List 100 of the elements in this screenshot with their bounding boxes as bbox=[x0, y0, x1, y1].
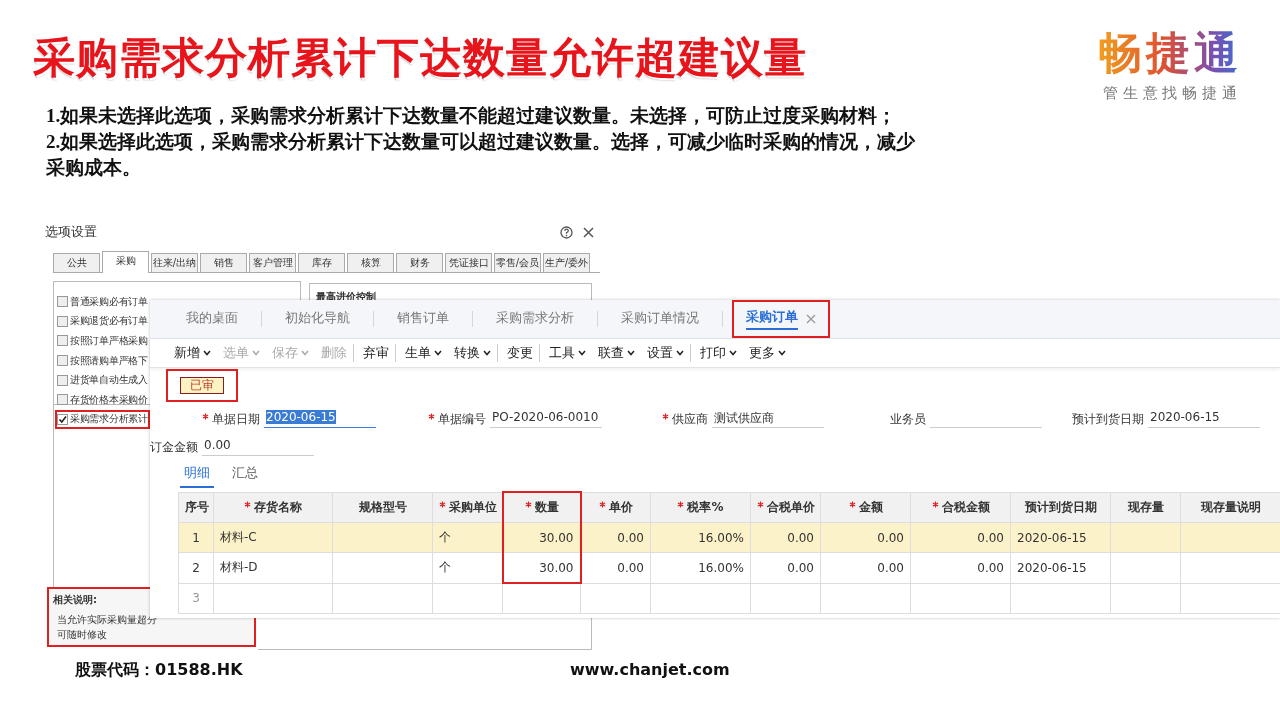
status-badge: 已审 bbox=[180, 376, 224, 394]
option-checkbox[interactable]: 采购需求分析累计 bbox=[55, 409, 150, 430]
toolbar-button[interactable]: 弃审 bbox=[357, 344, 396, 362]
toolbar-button[interactable]: 更多 bbox=[743, 344, 792, 362]
column-header: 数量 bbox=[502, 492, 581, 523]
input-field[interactable]: PO-2020-06-0010 bbox=[490, 410, 602, 428]
column-header: 存货名称 bbox=[213, 492, 333, 523]
toolbar-button[interactable]: 生单 bbox=[399, 344, 448, 362]
toolbar-button[interactable]: 打印 bbox=[694, 344, 743, 362]
required-icon bbox=[244, 500, 251, 508]
caret-icon bbox=[301, 350, 309, 356]
option-checkbox[interactable]: 普通采购必有订单 bbox=[55, 292, 150, 312]
table-cell: 2 bbox=[192, 560, 200, 575]
column-header: 序号 bbox=[178, 492, 214, 523]
document-tab[interactable]: 我的桌面 bbox=[172, 301, 252, 337]
input-field[interactable]: 0.00 bbox=[202, 438, 314, 456]
document-tab[interactable]: 采购订单情况 bbox=[607, 301, 713, 337]
settings-tab[interactable]: 公共 bbox=[53, 253, 100, 272]
table-cell: 2020-06-15 bbox=[1017, 560, 1087, 575]
caret-icon bbox=[676, 350, 684, 356]
required-icon bbox=[428, 413, 435, 420]
help-icon[interactable] bbox=[560, 225, 573, 239]
option-checkbox[interactable]: 进货单自动生成入 bbox=[55, 370, 150, 390]
table-cell: 0.00 bbox=[617, 530, 644, 545]
detail-tab[interactable]: 明细 bbox=[180, 464, 214, 488]
detail-tab[interactable]: 汇总 bbox=[228, 464, 262, 488]
table-cell: 0.00 bbox=[977, 560, 1004, 575]
required-icon bbox=[677, 500, 685, 508]
settings-tab[interactable]: 客户管理 bbox=[249, 253, 296, 272]
column-header: 现存量 bbox=[1110, 492, 1181, 523]
website-text: www.chanjet.com bbox=[570, 660, 730, 681]
option-checkbox[interactable]: 存货价格本采购价 bbox=[55, 389, 150, 410]
column-header: 现存量说明 bbox=[1180, 492, 1280, 523]
brand-slogan: 管 生 意 找 畅 捷 通 bbox=[1103, 84, 1237, 104]
stock-code: 股票代码：01588.HK bbox=[75, 660, 244, 681]
column-header: 规格型号 bbox=[332, 492, 433, 523]
table-cell: 30.00 bbox=[539, 530, 574, 545]
table-cell: 0.00 bbox=[617, 560, 644, 575]
required-icon bbox=[202, 413, 209, 420]
column-header: 金额 bbox=[820, 492, 911, 523]
document-tab[interactable]: 初始化导航 bbox=[271, 301, 364, 337]
table-cell: 0.00 bbox=[787, 530, 814, 545]
field-label: 供应商 bbox=[662, 411, 708, 428]
settings-tab[interactable]: 凭证接口 bbox=[445, 253, 492, 272]
required-icon bbox=[662, 413, 669, 420]
toolbar-button[interactable]: 设置 bbox=[641, 344, 691, 362]
settings-tab[interactable]: 销售 bbox=[200, 253, 247, 272]
caret-icon bbox=[434, 350, 442, 356]
settings-tab[interactable]: 采购 bbox=[102, 251, 149, 273]
settings-tab[interactable]: 核算 bbox=[347, 253, 394, 272]
table-cell: 个 bbox=[439, 560, 451, 575]
table-cell: 16.00% bbox=[698, 560, 744, 575]
slide-title: 采购需求分析累计下达数量允许超建议量 bbox=[33, 32, 807, 84]
table-cell: 0.00 bbox=[877, 530, 904, 545]
dialog-title: 选项设置 bbox=[45, 223, 97, 241]
required-icon bbox=[848, 500, 856, 508]
option-checkbox[interactable]: 采购退货必有订单 bbox=[55, 311, 150, 332]
column-header: 采购单位 bbox=[432, 492, 503, 523]
table-cell: 30.00 bbox=[539, 560, 574, 575]
settings-tab[interactable]: 生产/委外 bbox=[543, 253, 590, 272]
settings-tab[interactable]: 财务 bbox=[396, 253, 443, 272]
caret-icon bbox=[483, 350, 491, 356]
caret-icon bbox=[778, 350, 786, 356]
table-cell: 个 bbox=[439, 530, 451, 544]
table-cell: 材料-D bbox=[220, 560, 258, 575]
input-field[interactable]: 2020-06-15 bbox=[264, 410, 376, 428]
toolbar-button[interactable]: 变更 bbox=[501, 344, 540, 362]
field-label: 单据编号 bbox=[428, 411, 486, 428]
toolbar-button[interactable]: 转换 bbox=[448, 344, 498, 362]
toolbar-button[interactable]: 联查 bbox=[592, 344, 641, 362]
close-icon[interactable] bbox=[583, 226, 594, 238]
table-cell: 1 bbox=[192, 530, 200, 545]
input-field[interactable]: 2020-06-15 bbox=[1148, 410, 1260, 428]
column-header: 合税单价 bbox=[750, 492, 821, 523]
note-text: 可随时修改 bbox=[57, 628, 107, 642]
required-icon bbox=[757, 500, 764, 508]
field-label: 预计到货日期 bbox=[1072, 411, 1144, 428]
settings-tab[interactable]: 往来/出纳 bbox=[151, 253, 198, 272]
caret-icon bbox=[203, 350, 211, 356]
document-tab[interactable]: 采购订单 bbox=[732, 300, 830, 338]
toolbar-button[interactable]: 新增 bbox=[168, 344, 217, 362]
document-tab[interactable]: 采购需求分析 bbox=[482, 301, 588, 337]
caret-icon bbox=[627, 350, 635, 356]
column-header: 单价 bbox=[580, 492, 651, 523]
required-icon bbox=[524, 501, 532, 508]
table-cell: 0.00 bbox=[787, 560, 814, 575]
caret-icon bbox=[252, 350, 260, 356]
settings-tab[interactable]: 零售/会员 bbox=[494, 253, 541, 272]
table-cell: 0.00 bbox=[877, 560, 904, 575]
note-paragraph: 2.如果选择此选项，采购需求分析累计下达数量可以超过建议数量。选择，可减少临时采购的情况，减少采购成本。 bbox=[46, 130, 917, 180]
option-checkbox[interactable]: 按照请购单严格下 bbox=[55, 350, 150, 371]
required-icon bbox=[598, 500, 606, 508]
option-checkbox[interactable]: 按照订单严格采购 bbox=[55, 331, 150, 351]
column-header: 预计到货日期 bbox=[1010, 492, 1111, 523]
toolbar-button[interactable]: 工具 bbox=[543, 344, 592, 362]
field-label: 订金金额 bbox=[150, 439, 198, 456]
required-icon bbox=[439, 500, 446, 508]
input-field[interactable]: 测试供应商 bbox=[712, 410, 824, 428]
document-tab[interactable]: 销售订单 bbox=[383, 301, 463, 337]
settings-tab[interactable]: 库存 bbox=[298, 253, 345, 272]
